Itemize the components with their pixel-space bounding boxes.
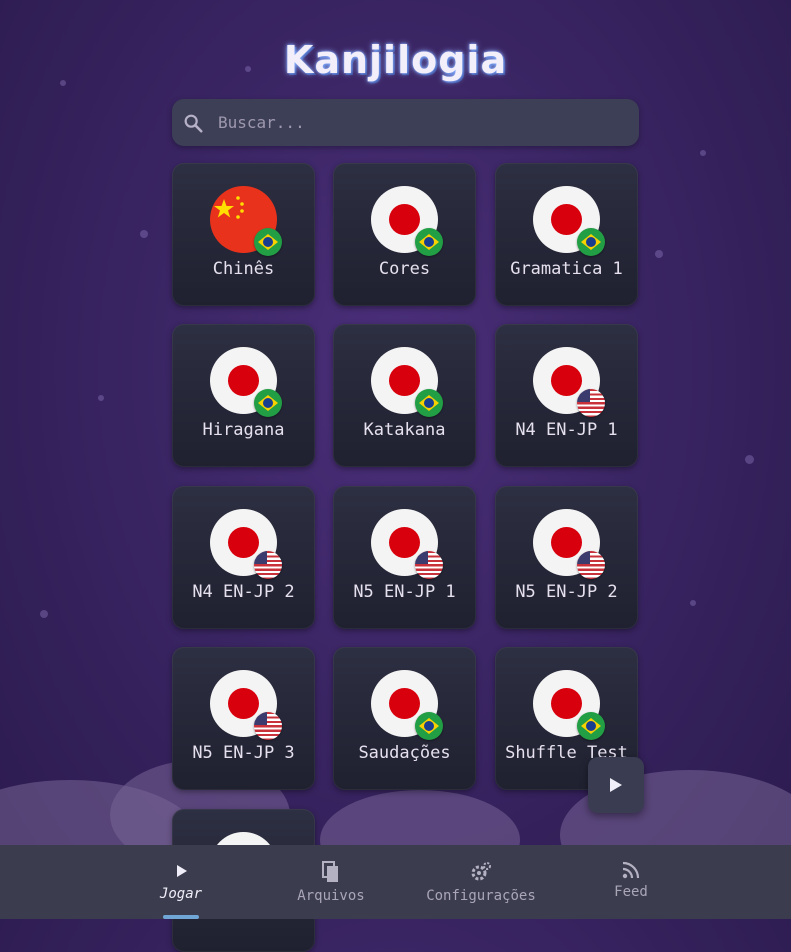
deck-label: N4 EN-JP 1 xyxy=(515,420,618,440)
deck-card[interactable]: N5 EN-JP 1 xyxy=(333,486,476,629)
nav-item-arquivos[interactable]: Arquivos xyxy=(256,845,406,919)
nav-item-configuracoes[interactable]: Configurações xyxy=(406,845,556,919)
usa-flag-icon xyxy=(577,551,605,579)
deck-label: Chinês xyxy=(212,259,275,279)
nav-label: Feed xyxy=(614,884,648,900)
deck-label: Katakana xyxy=(363,420,446,440)
brazil-flag-icon xyxy=(415,389,443,417)
nav-label: Configurações xyxy=(426,888,536,904)
deck-card[interactable]: Gramatica 1 xyxy=(495,163,638,306)
deck-card[interactable]: Cores xyxy=(333,163,476,306)
usa-flag-icon xyxy=(254,551,282,579)
play-icon xyxy=(177,865,187,877)
nav-label: Jogar xyxy=(159,886,203,902)
deck-label: Cores xyxy=(378,259,431,279)
bottom-navigation: Jogar Arquivos Configurações Feed xyxy=(0,845,791,919)
deck-card[interactable]: Katakana xyxy=(333,324,476,467)
deck-label: N5 EN-JP 2 xyxy=(515,582,618,602)
brazil-flag-icon xyxy=(254,389,282,417)
usa-flag-icon xyxy=(254,712,282,740)
brazil-flag-icon xyxy=(415,712,443,740)
usa-flag-icon xyxy=(415,551,443,579)
deck-label: Hiragana xyxy=(202,420,285,440)
files-icon xyxy=(322,861,338,882)
usa-flag-icon xyxy=(577,389,605,417)
search-bar[interactable] xyxy=(172,99,639,146)
deck-label: Saudações xyxy=(358,743,451,763)
play-fab-button[interactable] xyxy=(588,757,644,813)
brazil-flag-icon xyxy=(415,228,443,256)
deck-card[interactable]: Saudações xyxy=(333,647,476,790)
app-title: Kanjilogia xyxy=(283,38,508,82)
deck-label: Gramatica 1 xyxy=(510,259,623,279)
deck-card[interactable]: N5 EN-JP 2 xyxy=(495,486,638,629)
rss-icon xyxy=(622,861,640,879)
nav-label: Arquivos xyxy=(297,888,365,904)
search-icon xyxy=(184,114,203,133)
search-input[interactable] xyxy=(216,112,620,133)
brazil-flag-icon xyxy=(577,712,605,740)
brazil-flag-icon xyxy=(254,228,282,256)
deck-card[interactable]: Chinês xyxy=(172,163,315,306)
deck-card[interactable]: N4 EN-JP 1 xyxy=(495,324,638,467)
deck-label: N4 EN-JP 2 xyxy=(192,582,295,602)
nav-item-jogar[interactable]: Jogar xyxy=(106,845,256,919)
deck-label: N5 EN-JP 1 xyxy=(353,582,456,602)
deck-card[interactable]: N4 EN-JP 2 xyxy=(172,486,315,629)
deck-card[interactable]: N5 EN-JP 3 xyxy=(172,647,315,790)
brazil-flag-icon xyxy=(577,228,605,256)
active-tab-indicator xyxy=(163,915,199,919)
settings-icon xyxy=(471,862,491,881)
nav-item-feed[interactable]: Feed xyxy=(556,845,706,919)
deck-card[interactable]: Hiragana xyxy=(172,324,315,467)
deck-label: N5 EN-JP 3 xyxy=(192,743,295,763)
play-icon xyxy=(610,778,622,792)
